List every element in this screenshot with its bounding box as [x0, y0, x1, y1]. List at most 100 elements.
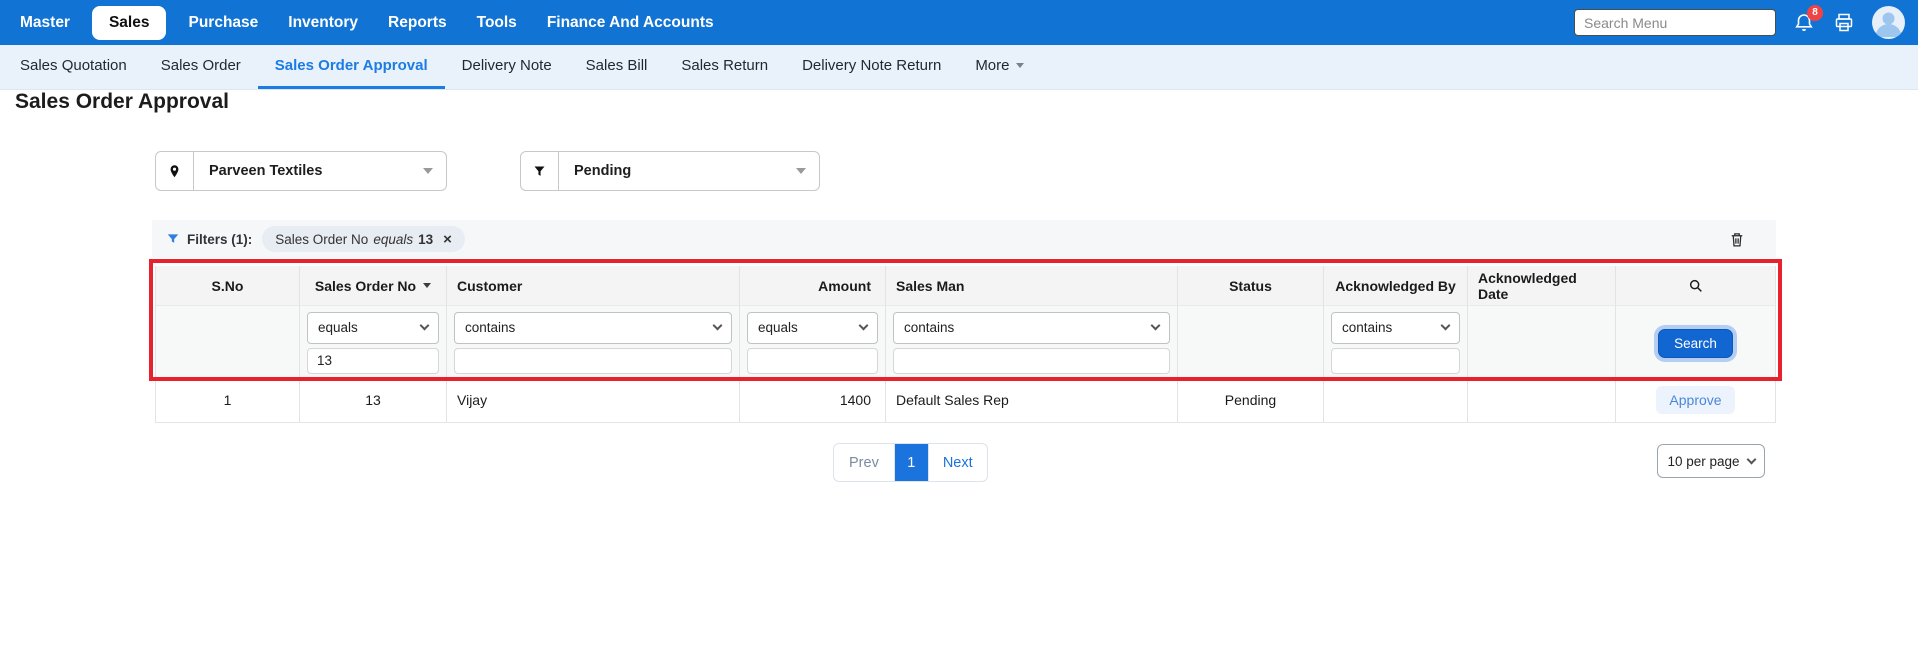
cell-acknowledged-by	[1324, 378, 1468, 423]
tab-sales-order[interactable]: Sales Order	[144, 45, 258, 89]
location-pin-icon	[156, 152, 194, 190]
printer-icon[interactable]	[1832, 11, 1856, 35]
nav-item-finance-and-accounts[interactable]: Finance And Accounts	[532, 0, 729, 45]
filter-operator-select-customer[interactable]: contains	[454, 312, 732, 344]
search-icon	[1688, 278, 1704, 294]
filter-cell-sales-order-no: equals	[300, 305, 447, 378]
filter-cell-sno	[155, 305, 300, 378]
clear-filters-button[interactable]	[1728, 230, 1746, 249]
nav-item-reports[interactable]: Reports	[373, 0, 462, 45]
nav-item-purchase[interactable]: Purchase	[173, 0, 273, 45]
chevron-down-icon	[859, 321, 869, 331]
tab-sales-bill[interactable]: Sales Bill	[569, 45, 665, 89]
filter-cell-acknowledged-by: contains	[1324, 305, 1468, 378]
sales-subnav: Sales Quotation Sales Order Sales Order …	[0, 45, 1918, 90]
column-header-sales-order-no-label: Sales Order No	[315, 278, 416, 294]
filter-cell-status	[1178, 305, 1324, 378]
filter-operator-select-sales-man[interactable]: contains	[893, 312, 1170, 344]
filter-cell-amount: equals	[740, 305, 886, 378]
tab-delivery-note-return[interactable]: Delivery Note Return	[785, 45, 958, 89]
cell-sales-order-no: 13	[300, 378, 447, 423]
column-header-sales-order-no[interactable]: Sales Order No	[300, 266, 447, 305]
chevron-down-icon	[420, 321, 430, 331]
filter-cell-search: Search	[1616, 305, 1776, 378]
per-page-value: 10 per page	[1667, 454, 1739, 469]
notification-bell-icon[interactable]: 8	[1792, 10, 1816, 36]
filter-input-acknowledged-by[interactable]	[1331, 348, 1460, 374]
nav-item-inventory[interactable]: Inventory	[273, 0, 373, 45]
approve-link[interactable]: Approve	[1656, 386, 1734, 414]
tab-sales-quotation[interactable]: Sales Quotation	[3, 45, 144, 89]
column-header-search	[1616, 266, 1776, 305]
filter-input-sales-order-no[interactable]	[307, 348, 439, 374]
filter-operator-select-acknowledged-by[interactable]: contains	[1331, 312, 1460, 344]
search-button[interactable]: Search	[1658, 329, 1733, 358]
column-header-sno: S.No	[155, 266, 300, 305]
top-nav: Master Sales Purchase Inventory Reports …	[0, 0, 1918, 45]
filter-operator-value: contains	[465, 320, 515, 335]
filter-funnel-icon	[521, 152, 559, 190]
filters-bar: Filters (1): Sales Order No equals 13 ×	[152, 220, 1776, 258]
trash-icon	[1728, 230, 1746, 249]
chevron-down-icon	[1016, 63, 1024, 68]
cell-status: Pending	[1178, 378, 1324, 423]
filter-operator-value: equals	[758, 320, 798, 335]
filter-funnel-icon	[166, 232, 180, 246]
column-header-customer: Customer	[447, 266, 740, 305]
tab-delivery-note[interactable]: Delivery Note	[445, 45, 569, 89]
column-header-amount: Amount	[740, 266, 886, 305]
pagination-next-button[interactable]: Next	[928, 444, 987, 481]
tab-sales-return[interactable]: Sales Return	[664, 45, 785, 89]
pagination: Prev 1 Next	[833, 443, 988, 482]
sort-caret-icon	[423, 283, 431, 288]
person-icon	[1872, 6, 1905, 39]
chevron-down-icon	[1746, 454, 1756, 464]
filter-chip[interactable]: Sales Order No equals 13 ×	[262, 226, 465, 252]
filter-cell-customer: contains	[447, 305, 740, 378]
cell-action: Approve	[1616, 378, 1776, 423]
nav-right-group: 8	[1574, 6, 1918, 39]
chevron-down-icon	[423, 152, 446, 190]
sales-order-approval-table: S.No Sales Order No Customer Amount Sale…	[155, 266, 1776, 423]
company-dropdown-value: Parveen Textiles	[194, 152, 423, 190]
cell-amount: 1400	[740, 378, 886, 423]
filter-input-sales-man[interactable]	[893, 348, 1170, 374]
company-dropdown[interactable]: Parveen Textiles	[155, 151, 447, 191]
filter-operator-select-sales-order-no[interactable]: equals	[307, 312, 439, 344]
nav-item-tools[interactable]: Tools	[462, 0, 532, 45]
tab-more[interactable]: More	[958, 45, 1040, 89]
user-avatar[interactable]	[1872, 6, 1905, 39]
chevron-down-icon	[1151, 321, 1161, 331]
page-title: Sales Order Approval	[15, 90, 229, 114]
filter-chip-value: 13	[418, 232, 433, 247]
filter-input-amount[interactable]	[747, 348, 878, 374]
filter-chip-operator: equals	[373, 232, 413, 247]
filter-cell-sales-man: contains	[886, 305, 1178, 378]
nav-item-master[interactable]: Master	[5, 0, 85, 45]
filter-input-customer[interactable]	[454, 348, 732, 374]
filter-operator-value: contains	[1342, 320, 1392, 335]
status-dropdown[interactable]: Pending	[520, 151, 820, 191]
filter-chip-close-icon[interactable]: ×	[443, 232, 452, 247]
column-header-acknowledged-date: Acknowledged Date	[1468, 266, 1616, 305]
pagination-prev-button[interactable]: Prev	[834, 444, 895, 481]
cell-acknowledged-date	[1468, 378, 1616, 423]
pagination-current-page[interactable]: 1	[895, 444, 928, 481]
notification-count-badge: 8	[1807, 5, 1823, 21]
filter-operator-value: contains	[904, 320, 954, 335]
search-menu-input[interactable]	[1574, 9, 1776, 36]
cell-sno: 1	[155, 378, 300, 423]
filter-operator-value: equals	[318, 320, 358, 335]
sales-order-approval-screen: Master Sales Purchase Inventory Reports …	[0, 0, 1918, 646]
chevron-down-icon	[713, 321, 723, 331]
filter-cell-acknowledged-date	[1468, 305, 1616, 378]
tab-more-label: More	[975, 57, 1009, 74]
nav-item-sales[interactable]: Sales	[92, 6, 167, 40]
filter-operator-select-amount[interactable]: equals	[747, 312, 878, 344]
cell-sales-man: Default Sales Rep	[886, 378, 1178, 423]
filter-chip-field: Sales Order No	[275, 232, 368, 247]
chevron-down-icon	[1441, 321, 1451, 331]
table-filter-row: equals contains equals	[155, 305, 1776, 378]
per-page-select[interactable]: 10 per page	[1657, 444, 1765, 478]
tab-sales-order-approval[interactable]: Sales Order Approval	[258, 45, 445, 89]
